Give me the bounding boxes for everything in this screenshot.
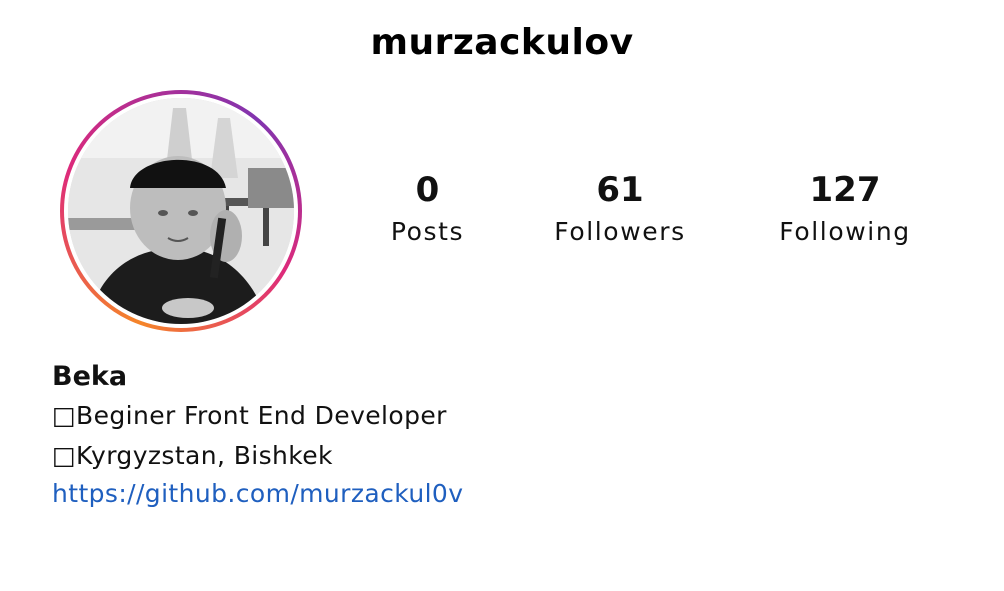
followers-count: 61 [596,170,644,210]
followers-label: Followers [554,217,686,246]
avatar-border [64,94,298,328]
bio-line-location: □Kyrgyzstan, Bishkek [52,441,333,470]
following-label: Following [779,217,911,246]
posts-label: Posts [390,217,465,246]
profile-page: murzackulov 0 Posts 61 Followers 127 Fol… [0,0,1004,591]
avatar-photo [68,98,294,324]
profile-stats: 0 Posts 61 Followers 127 Following [340,165,980,265]
following-count: 127 [809,170,881,210]
posts-count: 0 [415,170,440,210]
profile-bio: Beka □Beginer Front End Developer □Kyrgy… [52,358,952,512]
bio-github-link[interactable]: https://github.com/murzackul0v [52,476,463,512]
avatar-image [68,98,294,324]
bio-line-role: □Beginer Front End Developer [52,401,447,430]
avatar[interactable] [60,90,302,332]
stat-following[interactable]: 127 Following [760,165,930,249]
bio-name: Beka [52,361,128,392]
stat-followers[interactable]: 61 Followers [535,165,705,249]
stat-posts[interactable]: 0 Posts [360,165,495,249]
profile-username: murzackulov [370,22,634,63]
